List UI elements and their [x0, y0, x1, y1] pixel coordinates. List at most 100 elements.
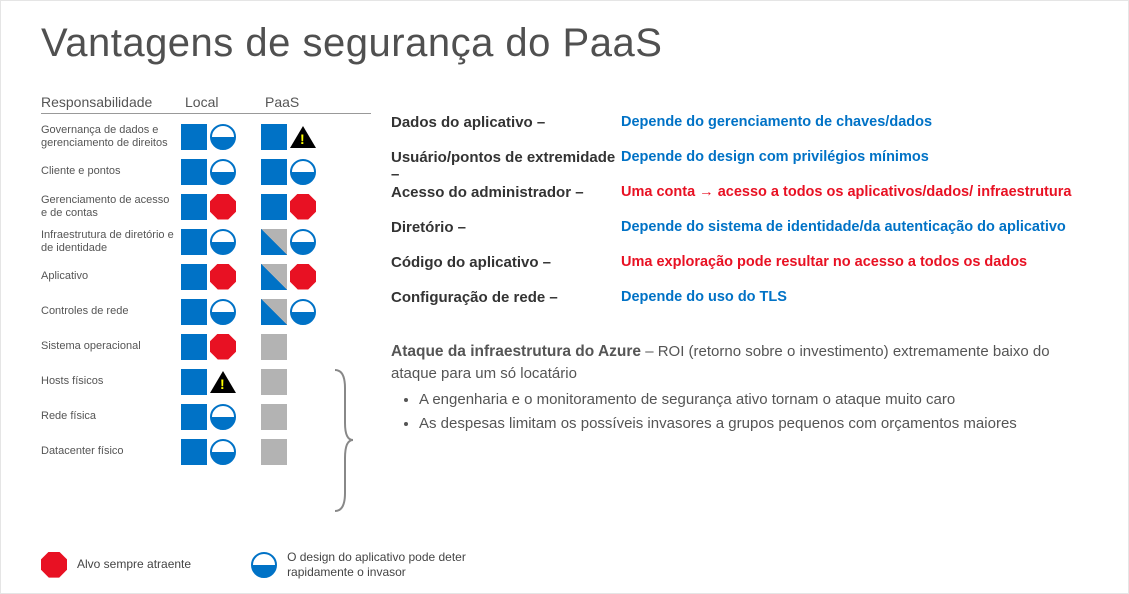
square-icon — [181, 299, 207, 325]
matrix-row: Infraestrutura de diretório e de identid… — [41, 225, 371, 258]
half-circle-icon — [290, 229, 316, 255]
matrix-row: Hosts físicos — [41, 365, 371, 398]
local-cells — [181, 404, 261, 430]
detail-row: Usuário/pontos de extremidade –Depende d… — [391, 149, 1088, 183]
row-label: Rede física — [41, 410, 181, 423]
local-cells — [181, 124, 261, 150]
square-icon — [181, 334, 207, 360]
detail-extra: acesso a todos os aplicativos/dados/ inf… — [718, 184, 1072, 200]
paas-cells — [261, 404, 341, 430]
azure-heading-bold: Ataque da infraestrutura do Azure — [391, 343, 641, 360]
paas-cells — [261, 194, 341, 220]
col-header-paas: PaaS — [261, 94, 341, 110]
octagon-icon — [210, 194, 236, 220]
octagon-icon — [290, 194, 316, 220]
legend-item-target: Alvo sempre atraente — [41, 552, 191, 578]
paas-cells — [261, 299, 341, 325]
bracket-icon — [333, 368, 353, 513]
row-label: Controles de rede — [41, 305, 181, 318]
local-cells — [181, 439, 261, 465]
octagon-icon — [210, 334, 236, 360]
matrix-row: Governança de dados e gerenciamento de d… — [41, 120, 371, 153]
matrix-row: Gerenciamento de acesso e de contas — [41, 190, 371, 223]
detail-category: Usuário/pontos de extremidade – — [391, 149, 621, 183]
square-icon — [181, 264, 207, 290]
local-cells — [181, 194, 261, 220]
matrix-row: Sistema operacional — [41, 330, 371, 363]
octagon-icon — [290, 264, 316, 290]
matrix-headers: Responsabilidade Local PaaS — [41, 94, 371, 114]
paas-cells — [261, 229, 341, 255]
local-cells — [181, 369, 261, 395]
square-icon — [261, 404, 287, 430]
detail-note: Depende do uso do TLS — [621, 289, 787, 305]
half-circle-icon — [210, 439, 236, 465]
local-cells — [181, 264, 261, 290]
detail-row: Dados do aplicativo –Depende do gerencia… — [391, 114, 1088, 148]
legend: Alvo sempre atraente O design do aplicat… — [41, 550, 487, 579]
half-circle-icon — [290, 159, 316, 185]
paas-cells — [261, 159, 341, 185]
local-cells — [181, 229, 261, 255]
row-label: Gerenciamento de acesso e de contas — [41, 194, 181, 219]
legend-label-deter: O design do aplicativo pode deter rapida… — [287, 550, 487, 579]
matrix-row: Rede física — [41, 400, 371, 433]
detail-note: Uma conta — [621, 184, 695, 200]
paas-cells — [261, 124, 341, 150]
matrix-row: Controles de rede — [41, 295, 371, 328]
detail-note: Depende do design com privilégios mínimo… — [621, 149, 929, 165]
half-circle-icon — [210, 159, 236, 185]
azure-bullet: A engenharia e o monitoramento de segura… — [419, 389, 1088, 411]
local-cells — [181, 334, 261, 360]
square-icon — [181, 159, 207, 185]
half-circle-icon — [210, 124, 236, 150]
responsibility-matrix: Responsabilidade Local PaaS Governança d… — [41, 94, 371, 470]
matrix-row: Datacenter físico — [41, 435, 371, 468]
half-circle-icon — [290, 299, 316, 325]
paas-cells — [261, 264, 341, 290]
detail-category: Configuração de rede – — [391, 289, 621, 306]
detail-category: Acesso do administrador – — [391, 184, 621, 201]
square-icon — [261, 159, 287, 185]
diagram-content: Responsabilidade Local PaaS Governança d… — [41, 94, 1088, 470]
col-header-local: Local — [181, 94, 261, 110]
half-circle-icon — [251, 552, 277, 578]
matrix-row: Cliente e pontos — [41, 155, 371, 188]
row-label: Infraestrutura de diretório e de identid… — [41, 229, 181, 254]
row-label: Datacenter físico — [41, 445, 181, 458]
row-label: Hosts físicos — [41, 375, 181, 388]
detail-category: Código do aplicativo – — [391, 254, 621, 271]
square-icon — [261, 264, 287, 290]
detail-row: Diretório –Depende do sistema de identid… — [391, 219, 1088, 253]
detail-row: Acesso do administrador –Uma conta → ace… — [391, 184, 1088, 218]
page-title: Vantagens de segurança do PaaS — [41, 21, 1088, 66]
square-icon — [181, 439, 207, 465]
row-label: Governança de dados e gerenciamento de d… — [41, 124, 181, 149]
square-icon — [181, 229, 207, 255]
local-cells — [181, 159, 261, 185]
octagon-icon — [210, 264, 236, 290]
square-icon — [261, 124, 287, 150]
detail-row: Configuração de rede –Depende do uso do … — [391, 289, 1088, 323]
legend-label-target: Alvo sempre atraente — [77, 557, 191, 571]
square-icon — [261, 299, 287, 325]
details-column: Dados do aplicativo –Depende do gerencia… — [371, 94, 1088, 470]
detail-note: Depende do sistema de identidade/da aute… — [621, 219, 1066, 235]
detail-row: Código do aplicativo –Uma exploração pod… — [391, 254, 1088, 288]
square-icon — [181, 124, 207, 150]
warning-icon — [290, 126, 316, 148]
square-icon — [261, 369, 287, 395]
half-circle-icon — [210, 229, 236, 255]
paas-cells — [261, 369, 341, 395]
square-icon — [181, 194, 207, 220]
square-icon — [181, 404, 207, 430]
octagon-icon — [41, 552, 67, 578]
local-cells — [181, 299, 261, 325]
col-header-responsibility: Responsabilidade — [41, 94, 181, 110]
square-icon — [181, 369, 207, 395]
square-icon — [261, 194, 287, 220]
square-icon — [261, 229, 287, 255]
detail-category: Dados do aplicativo – — [391, 114, 621, 131]
half-circle-icon — [210, 404, 236, 430]
half-circle-icon — [210, 299, 236, 325]
